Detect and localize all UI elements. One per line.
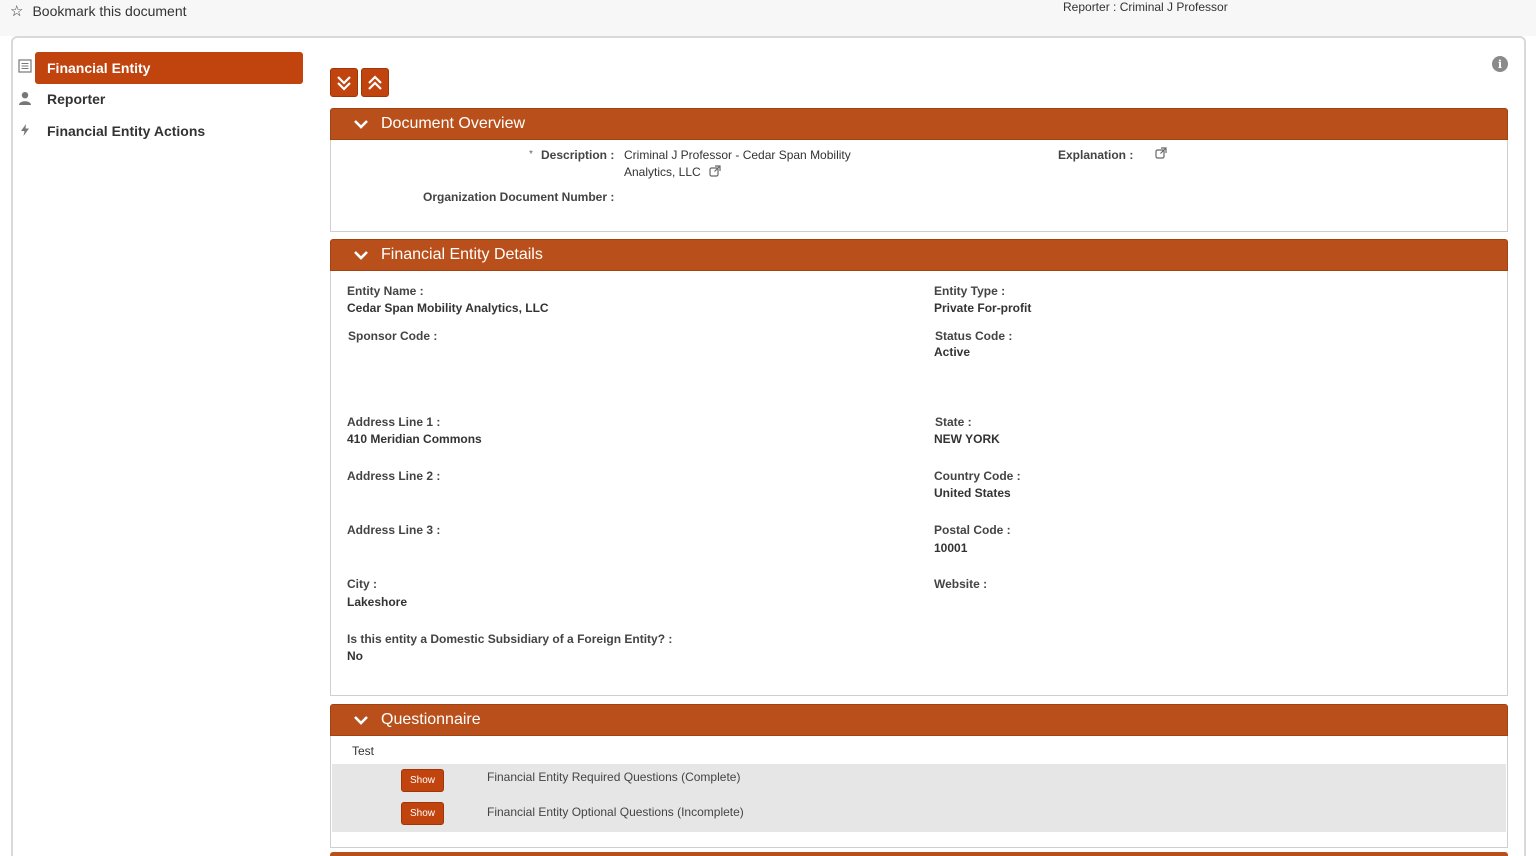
sponsor-code-label: Sponsor Code : (348, 329, 438, 343)
chevron-down-icon (354, 716, 368, 725)
postal-code-label: Postal Code : (934, 523, 1011, 537)
status-code-label: Status Code : (935, 329, 1013, 343)
org-document-number-label: Organization Document Number : (423, 190, 615, 204)
chevron-down-icon (354, 251, 368, 260)
status-code-value: Active (934, 345, 971, 359)
section-title: Questionnaire (381, 711, 481, 728)
questionnaire-group-name: Test (352, 744, 375, 758)
section-title: Document Overview (381, 115, 526, 132)
person-icon (18, 91, 32, 105)
country-code-value: United States (934, 486, 1011, 500)
double-chevron-up-icon (368, 74, 382, 90)
address-line3-label: Address Line 3 : (347, 523, 441, 537)
sidebar-item-label: Reporter (47, 91, 106, 107)
reporter-header-name: Criminal J Professor (1119, 0, 1228, 14)
show-required-questions-button[interactable]: Show (401, 769, 444, 792)
double-chevron-down-icon (337, 75, 351, 91)
sidebar-item-label: Financial Entity Actions (47, 123, 206, 139)
external-link-icon[interactable] (1155, 147, 1167, 159)
section-header-questionnaire[interactable]: Questionnaire (330, 704, 1508, 736)
show-button-label: Show (409, 808, 435, 819)
questionnaire-row-text: Financial Entity Optional Questions (Inc… (487, 805, 744, 819)
bookmark-label: Bookmark this document (32, 3, 187, 19)
description-value-line2: Analytics, LLC (624, 165, 701, 179)
description-value-line1: Criminal J Professor - Cedar Span Mobili… (624, 148, 851, 162)
section-body-document-overview (330, 140, 1508, 232)
country-code-label: Country Code : (934, 469, 1021, 483)
questionnaire-row-text: Financial Entity Required Questions (Com… (487, 770, 741, 784)
explanation-label: Explanation : (1058, 148, 1134, 162)
expand-all-button[interactable] (330, 68, 358, 97)
entity-type-label: Entity Type : (934, 284, 1006, 298)
domestic-subsidiary-label: Is this entity a Domestic Subsidiary of … (347, 632, 673, 646)
collapse-all-button[interactable] (361, 68, 389, 97)
entity-type-value: Private For-profit (934, 301, 1032, 315)
sidebar-item-financial-entity[interactable]: Financial Entity (35, 52, 303, 84)
top-bar: ☆ Bookmark this document Reporter : Crim… (0, 0, 1536, 36)
entity-name-value: Cedar Span Mobility Analytics, LLC (347, 301, 549, 315)
sidebar-item-reporter[interactable]: Reporter (47, 89, 105, 109)
reporter-header-label: Reporter : (1063, 0, 1117, 14)
show-optional-questions-button[interactable]: Show (401, 802, 444, 825)
sidebar-item-label: Financial Entity (47, 60, 151, 76)
postal-code-value: 10001 (934, 541, 968, 555)
address-line1-label: Address Line 1 : (347, 415, 441, 429)
reporter-header: Reporter : Criminal J Professor (1063, 0, 1228, 14)
state-label: State : (935, 415, 972, 429)
city-value: Lakeshore (347, 595, 408, 609)
chevron-down-icon (354, 120, 368, 129)
entity-name-label: Entity Name : (347, 284, 424, 298)
show-button-label: Show (409, 775, 435, 786)
bookmark-link[interactable]: ☆ Bookmark this document (10, 2, 187, 20)
external-link-icon[interactable] (709, 165, 721, 177)
city-label: City : (347, 577, 377, 591)
section-header-financial-entity-details[interactable]: Financial Entity Details (330, 239, 1508, 271)
info-icon[interactable]: i (1492, 56, 1508, 72)
description-label: Description : (541, 148, 615, 162)
section-header-document-overview[interactable]: Document Overview (330, 108, 1508, 140)
lightning-icon (18, 123, 32, 137)
website-label: Website : (934, 577, 988, 591)
sidebar-item-financial-entity-actions[interactable]: Financial Entity Actions (47, 121, 205, 141)
domestic-subsidiary-value: No (347, 649, 363, 663)
state-value: NEW YORK (934, 432, 1000, 446)
star-icon: ☆ (10, 3, 24, 20)
required-marker: * (529, 149, 533, 160)
address-line2-label: Address Line 2 : (347, 469, 441, 483)
section-title: Financial Entity Details (381, 246, 543, 263)
document-list-icon (18, 59, 32, 73)
address-line1-value: 410 Meridian Commons (347, 432, 482, 446)
next-section-header-edge (330, 852, 1508, 856)
